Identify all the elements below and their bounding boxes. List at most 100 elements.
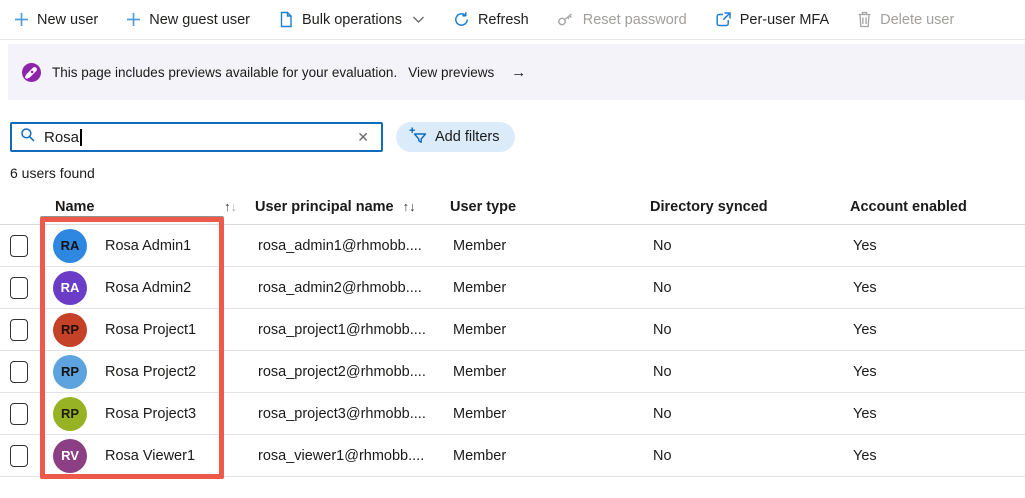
- chevron-down-icon: [412, 15, 425, 24]
- row-checkbox[interactable]: [10, 402, 28, 425]
- per-user-mfa-label: Per-user MFA: [739, 11, 830, 28]
- view-previews-link[interactable]: View previews: [408, 65, 494, 80]
- user-name[interactable]: Rosa Admin1: [105, 238, 191, 254]
- account-enabled: Yes: [853, 321, 877, 338]
- user-name[interactable]: Rosa Admin2: [105, 280, 191, 296]
- user-name-cell[interactable]: RP Rosa Project1: [45, 312, 255, 347]
- add-filters-label: Add filters: [435, 129, 500, 145]
- refresh-label: Refresh: [477, 11, 529, 28]
- new-user-label: New user: [37, 11, 99, 28]
- filter-add-icon: [408, 126, 428, 148]
- delete-user-label: Delete user: [880, 11, 955, 28]
- user-name-cell[interactable]: RA Rosa Admin1: [45, 228, 255, 263]
- search-value: Rosa: [44, 128, 80, 146]
- avatar: RP: [53, 354, 87, 389]
- table-row: RP Rosa Project3 rosa_project3@rhmobb...…: [0, 393, 1025, 435]
- user-name[interactable]: Rosa Project3: [105, 406, 196, 422]
- account-enabled: Yes: [853, 363, 877, 380]
- column-header-directory-synced[interactable]: Directory synced: [650, 199, 850, 215]
- refresh-icon: [453, 11, 470, 28]
- search-icon: [20, 127, 36, 148]
- user-name[interactable]: Rosa Viewer1: [105, 448, 195, 464]
- user-type: Member: [453, 321, 507, 338]
- users-table: Name ↑↓ User principal name ↑↓ User type…: [0, 189, 1025, 479]
- account-enabled: Yes: [853, 405, 877, 422]
- results-count: 6 users found: [10, 165, 95, 181]
- add-filters-button[interactable]: Add filters: [396, 122, 516, 152]
- column-header-upn[interactable]: User principal name ↑↓: [255, 199, 450, 215]
- user-principal-name: rosa_project3@rhmobb....: [258, 405, 426, 422]
- search-row: Rosa ✕ Add filters: [10, 122, 1025, 152]
- directory-synced: No: [653, 279, 672, 296]
- arrow-right-icon[interactable]: →: [511, 64, 526, 81]
- user-principal-name: rosa_admin2@rhmobb....: [258, 279, 422, 296]
- plus-icon: [14, 12, 29, 27]
- user-principal-name: rosa_admin1@rhmobb....: [258, 237, 422, 254]
- user-type: Member: [453, 363, 507, 380]
- table-row: RV Rosa Viewer1 rosa_viewer1@rhmobb.... …: [0, 435, 1025, 477]
- preview-banner: This page includes previews available fo…: [8, 44, 1025, 100]
- directory-synced: No: [653, 405, 672, 422]
- new-user-button[interactable]: New user: [14, 12, 98, 28]
- user-type: Member: [453, 237, 507, 254]
- row-checkbox[interactable]: [10, 234, 28, 257]
- key-icon: [557, 12, 575, 28]
- row-checkbox[interactable]: [10, 318, 28, 341]
- row-checkbox[interactable]: [10, 276, 28, 299]
- per-user-mfa-button[interactable]: Per-user MFA: [715, 11, 829, 28]
- row-checkbox[interactable]: [10, 444, 28, 467]
- command-bar: New user New guest user Bulk operations …: [0, 0, 1025, 40]
- user-principal-name: rosa_project1@rhmobb....: [258, 321, 426, 338]
- user-principal-name: rosa_project2@rhmobb....: [258, 363, 426, 380]
- sort-icons[interactable]: ↑↓: [224, 199, 237, 214]
- avatar: RP: [53, 396, 87, 431]
- avatar: RA: [53, 228, 87, 263]
- table-row: RP Rosa Project2 rosa_project2@rhmobb...…: [0, 351, 1025, 393]
- user-name[interactable]: Rosa Project1: [105, 322, 196, 338]
- directory-synced: No: [653, 363, 672, 380]
- account-enabled: Yes: [853, 447, 877, 464]
- directory-synced: No: [653, 447, 672, 464]
- rocket-icon: [22, 62, 41, 82]
- new-guest-user-button[interactable]: New guest user: [126, 12, 250, 28]
- column-header-account-enabled[interactable]: Account enabled: [850, 199, 1025, 215]
- user-name[interactable]: Rosa Project2: [105, 364, 196, 380]
- user-name-cell[interactable]: RA Rosa Admin2: [45, 270, 255, 305]
- text-cursor: [80, 128, 82, 146]
- user-type: Member: [453, 279, 507, 296]
- avatar: RA: [53, 270, 87, 305]
- account-enabled: Yes: [853, 237, 877, 254]
- column-header-name[interactable]: Name ↑↓: [45, 199, 255, 215]
- table-row: RP Rosa Project1 rosa_project1@rhmobb...…: [0, 309, 1025, 351]
- search-input[interactable]: Rosa ✕: [10, 122, 383, 152]
- external-link-icon: [715, 11, 732, 28]
- table-row: RA Rosa Admin2 rosa_admin2@rhmobb.... Me…: [0, 267, 1025, 309]
- new-guest-user-label: New guest user: [149, 11, 250, 28]
- delete-user-button[interactable]: Delete user: [857, 11, 954, 28]
- user-type: Member: [453, 447, 507, 464]
- user-principal-name: rosa_viewer1@rhmobb....: [258, 447, 425, 464]
- refresh-button[interactable]: Refresh: [453, 11, 529, 28]
- clear-search-icon[interactable]: ✕: [353, 129, 373, 146]
- bulk-operations-button[interactable]: Bulk operations: [278, 11, 425, 28]
- reset-password-button[interactable]: Reset password: [557, 12, 687, 28]
- banner-message: This page includes previews available fo…: [52, 64, 398, 80]
- table-header-row: Name ↑↓ User principal name ↑↓ User type…: [0, 189, 1025, 225]
- user-type: Member: [453, 405, 507, 422]
- directory-synced: No: [653, 321, 672, 338]
- user-name-cell[interactable]: RP Rosa Project3: [45, 396, 255, 431]
- bulk-operations-label: Bulk operations: [302, 11, 402, 28]
- plus-icon: [126, 12, 141, 27]
- user-name-cell[interactable]: RV Rosa Viewer1: [45, 438, 255, 473]
- trash-icon: [857, 11, 872, 28]
- avatar: RV: [53, 438, 87, 473]
- column-header-user-type[interactable]: User type: [450, 199, 650, 215]
- reset-password-label: Reset password: [582, 11, 687, 28]
- avatar: RP: [53, 312, 87, 347]
- directory-synced: No: [653, 237, 672, 254]
- table-row: RA Rosa Admin1 rosa_admin1@rhmobb.... Me…: [0, 225, 1025, 267]
- user-name-cell[interactable]: RP Rosa Project2: [45, 354, 255, 389]
- sort-icons[interactable]: ↑↓: [403, 199, 416, 214]
- row-checkbox[interactable]: [10, 360, 28, 383]
- account-enabled: Yes: [853, 279, 877, 296]
